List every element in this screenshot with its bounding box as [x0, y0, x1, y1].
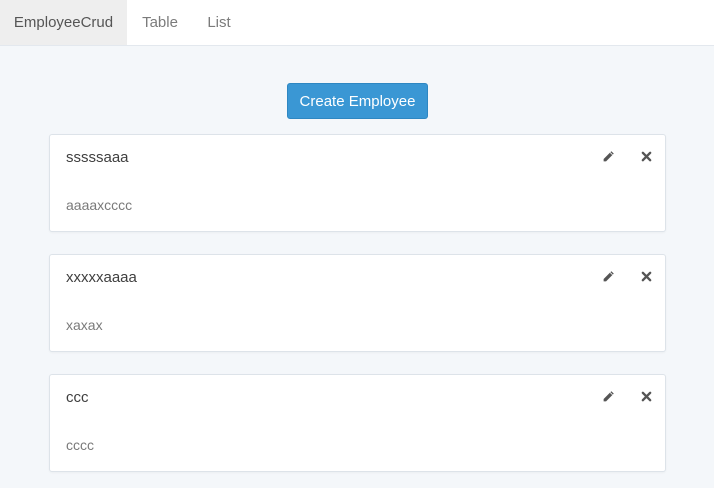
employee-description: aaaaxcccc: [66, 197, 133, 213]
employee-name: sssssaaa: [66, 149, 129, 166]
pencil-icon[interactable]: [600, 148, 616, 164]
employee-name: ccc: [66, 389, 89, 406]
pencil-icon[interactable]: [600, 268, 616, 284]
nav-item-table[interactable]: Table: [127, 0, 193, 45]
employee-name: xxxxxaaaa: [66, 269, 137, 286]
employee-card: sssssaaa aaaaxcccc: [49, 134, 666, 232]
employee-description: cccc: [66, 437, 94, 453]
close-icon[interactable]: [638, 388, 654, 404]
create-employee-button[interactable]: Create Employee: [287, 83, 428, 119]
nav-item-list[interactable]: List: [193, 0, 245, 45]
top-navbar: EmployeeCrud Table List: [0, 0, 714, 46]
employee-card: xxxxxaaaa xaxax: [49, 254, 666, 352]
close-icon[interactable]: [638, 268, 654, 284]
close-icon[interactable]: [638, 148, 654, 164]
nav-brand-employeecrud[interactable]: EmployeeCrud: [0, 0, 127, 45]
employee-card: ccc cccc: [49, 374, 666, 472]
employee-description: xaxax: [66, 317, 103, 333]
pencil-icon[interactable]: [600, 388, 616, 404]
